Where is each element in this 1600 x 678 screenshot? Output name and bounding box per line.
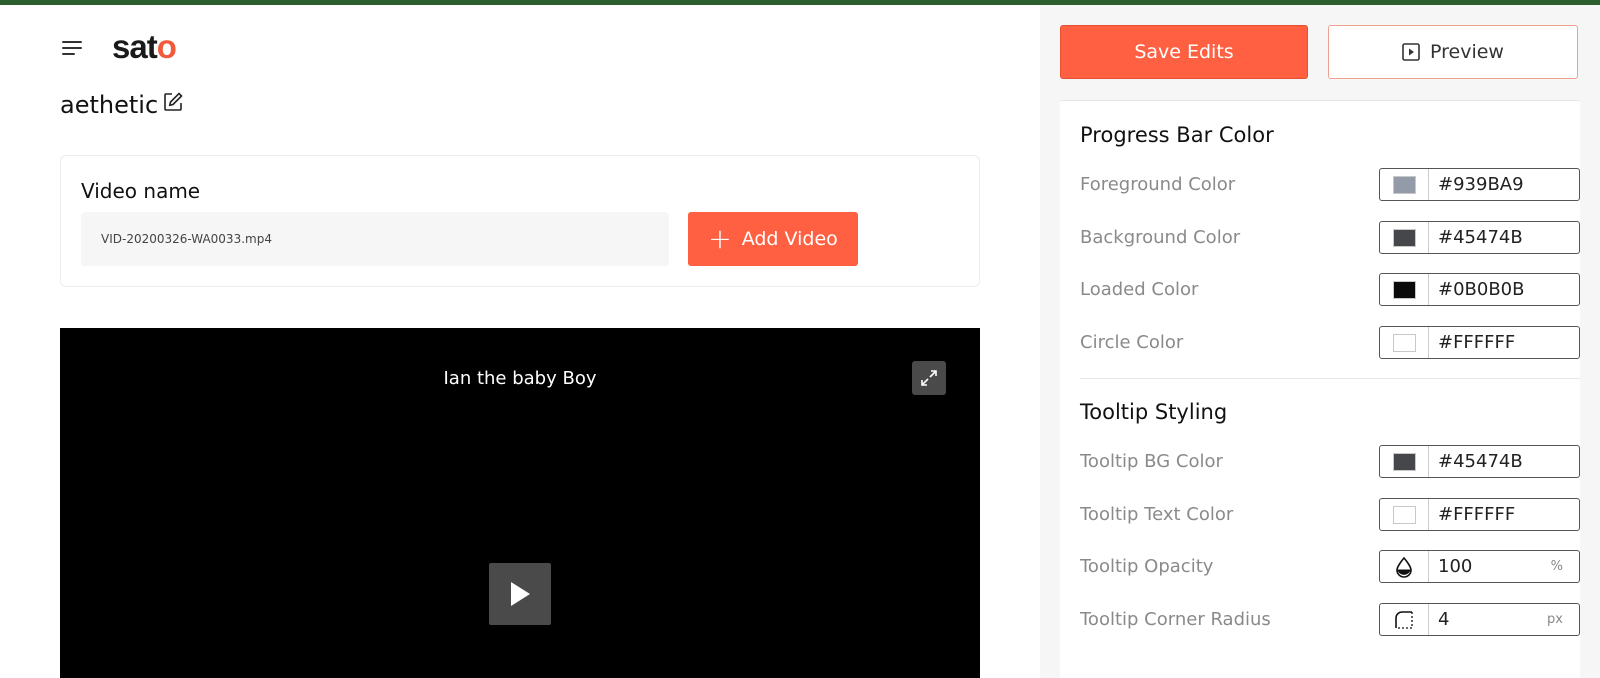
video-name-label: Video name: [81, 179, 201, 203]
opacity-unit: %: [1550, 559, 1563, 574]
background-color-swatch[interactable]: [1392, 228, 1416, 247]
foreground-color-swatch[interactable]: [1392, 175, 1416, 194]
editor-main: sato aethetic Video name + Add Video Ian…: [0, 5, 1040, 678]
tooltip-text-color-value[interactable]: #FFFFFF: [1429, 499, 1579, 530]
video-title: Ian the baby Boy: [443, 368, 597, 389]
plus-icon: +: [708, 222, 732, 255]
tooltip-bg-color-field[interactable]: #45474B: [1379, 445, 1580, 478]
circle-color-value[interactable]: #FFFFFF: [1429, 327, 1579, 358]
tooltip-bg-color-value[interactable]: #45474B: [1429, 446, 1579, 477]
hamburger-menu-icon[interactable]: [62, 37, 86, 57]
opacity-drop-icon: [1396, 556, 1412, 578]
loaded-color-value[interactable]: #0B0B0B: [1429, 274, 1579, 305]
tooltip-opacity-label: Tooltip Opacity: [1080, 556, 1214, 577]
corner-radius-icon: [1395, 610, 1413, 629]
circle-color-swatch[interactable]: [1392, 333, 1416, 352]
save-edits-button[interactable]: Save Edits: [1060, 25, 1308, 79]
tooltip-corner-radius-label: Tooltip Corner Radius: [1080, 609, 1271, 630]
tooltip-bg-color-label: Tooltip BG Color: [1080, 451, 1223, 472]
radius-unit: px: [1547, 612, 1563, 627]
style-settings-panel: Progress Bar Color Foreground Color #939…: [1060, 100, 1580, 678]
foreground-color-field[interactable]: #939BA9: [1379, 168, 1580, 201]
background-color-value[interactable]: #45474B: [1429, 222, 1579, 253]
foreground-color-label: Foreground Color: [1080, 174, 1236, 195]
circle-color-label: Circle Color: [1080, 332, 1184, 353]
project-title: aethetic: [60, 91, 159, 119]
circle-color-field[interactable]: #FFFFFF: [1379, 326, 1580, 359]
preview-button[interactable]: Preview: [1328, 25, 1578, 79]
loaded-color-label: Loaded Color: [1080, 279, 1199, 300]
preview-label: Preview: [1430, 41, 1504, 63]
progress-bar-section-title: Progress Bar Color: [1080, 123, 1274, 147]
background-color-field[interactable]: #45474B: [1379, 221, 1580, 254]
tooltip-opacity-value[interactable]: 100: [1429, 551, 1551, 582]
add-video-label: Add Video: [741, 228, 838, 250]
tooltip-corner-radius-field[interactable]: 4 px: [1379, 603, 1580, 636]
tooltip-section-title: Tooltip Styling: [1080, 400, 1228, 424]
tooltip-opacity-field[interactable]: 100 %: [1379, 550, 1580, 583]
loaded-color-swatch[interactable]: [1392, 280, 1416, 299]
play-button[interactable]: [489, 563, 551, 625]
loaded-color-field[interactable]: #0B0B0B: [1379, 273, 1580, 306]
preview-play-icon: [1402, 43, 1420, 61]
background-color-label: Background Color: [1080, 227, 1241, 248]
video-name-input[interactable]: [81, 212, 669, 266]
tooltip-text-color-swatch[interactable]: [1392, 505, 1416, 524]
settings-sidebar: Save Edits Preview Progress Bar Color Fo…: [1040, 5, 1600, 678]
edit-title-icon[interactable]: [162, 91, 184, 113]
play-icon: [511, 582, 530, 606]
section-divider: [1080, 378, 1580, 379]
tooltip-bg-color-swatch[interactable]: [1392, 452, 1416, 471]
foreground-color-value[interactable]: #939BA9: [1429, 169, 1579, 200]
fullscreen-expand-icon[interactable]: [912, 361, 946, 395]
tooltip-text-color-field[interactable]: #FFFFFF: [1379, 498, 1580, 531]
video-name-card: Video name + Add Video: [60, 155, 980, 287]
brand-logo[interactable]: sato: [112, 27, 177, 67]
tooltip-text-color-label: Tooltip Text Color: [1080, 504, 1234, 525]
tooltip-corner-radius-value[interactable]: 4: [1429, 604, 1547, 635]
video-player[interactable]: Ian the baby Boy: [60, 328, 980, 678]
add-video-button[interactable]: + Add Video: [688, 212, 858, 266]
